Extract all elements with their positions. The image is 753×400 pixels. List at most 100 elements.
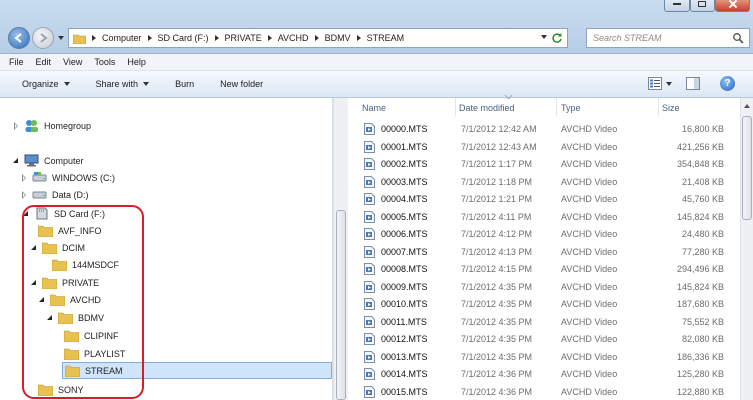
search-placeholder: Search STREAM xyxy=(593,33,662,43)
file-row[interactable]: 00002.MTS 7/1/2012 1:17 PM AVCHD Video 354,… xyxy=(348,155,740,172)
file-row[interactable]: 00015.MTS 7/1/2012 4:36 PM AVCHD Video 122,… xyxy=(348,383,740,400)
file-size: 77,280 KB xyxy=(681,246,724,257)
file-row[interactable]: 00012.MTS 7/1/2012 4:35 PM AVCHD Video 82,0… xyxy=(348,330,740,347)
expand-arrow-icon[interactable] xyxy=(20,190,28,199)
file-type: AVCHD Video xyxy=(561,228,618,239)
search-icon[interactable] xyxy=(732,32,744,44)
tree-item-data-d[interactable]: Data (D:) xyxy=(20,186,89,203)
file-name: 00006.MTS xyxy=(381,228,428,239)
change-view-button[interactable] xyxy=(648,77,672,90)
tree-item-windows-c[interactable]: WINDOWS (C:) xyxy=(20,169,115,186)
breadcrumb-bdmv[interactable]: BDMV xyxy=(314,33,351,43)
refresh-icon[interactable] xyxy=(551,32,563,44)
tree-item-homegroup[interactable]: Homegroup xyxy=(12,117,91,134)
column-header-type[interactable]: Type xyxy=(561,103,581,113)
video-file-icon xyxy=(364,351,375,363)
menu-edit[interactable]: Edit xyxy=(36,57,52,67)
file-row[interactable]: 00008.MTS 7/1/2012 4:15 PM AVCHD Video 294,… xyxy=(348,260,740,277)
scrollbar-thumb[interactable] xyxy=(742,116,752,220)
computer-icon xyxy=(24,154,39,167)
file-row[interactable]: 00003.MTS 7/1/2012 1:18 PM AVCHD Video 21,4… xyxy=(348,173,740,190)
breadcrumb-arrow-icon[interactable] xyxy=(267,35,272,41)
column-header-date[interactable]: Date modified xyxy=(459,103,515,113)
file-date-modified: 7/1/2012 4:36 PM xyxy=(461,368,533,379)
breadcrumb-arrow-icon[interactable] xyxy=(147,35,152,41)
close-button[interactable] xyxy=(715,0,750,12)
file-type: AVCHD Video xyxy=(561,263,618,274)
file-size: 16,800 KB xyxy=(681,123,724,134)
organize-button[interactable]: Organize xyxy=(22,79,70,89)
menu-file[interactable]: File xyxy=(9,57,24,67)
file-size: 145,824 KB xyxy=(676,211,724,222)
back-button[interactable] xyxy=(8,27,30,49)
breadcrumb-sd-card[interactable]: SD Card (F:) xyxy=(147,33,209,43)
breadcrumb-private[interactable]: PRIVATE xyxy=(214,33,262,43)
forward-button[interactable] xyxy=(32,27,54,49)
maximize-button[interactable] xyxy=(689,0,716,12)
file-size: 125,280 KB xyxy=(676,368,724,379)
column-divider[interactable] xyxy=(556,98,557,116)
menu-help[interactable]: Help xyxy=(127,57,146,67)
column-header-size[interactable]: Size xyxy=(662,103,680,113)
file-name: 00000.MTS xyxy=(381,123,428,134)
drive-icon xyxy=(32,191,47,199)
breadcrumb-arrow-icon[interactable] xyxy=(314,35,319,41)
preview-pane-icon[interactable] xyxy=(686,77,700,90)
file-size: 82,080 KB xyxy=(681,333,724,344)
file-date-modified: 7/1/2012 12:43 AM xyxy=(461,141,537,152)
column-divider[interactable] xyxy=(658,98,659,116)
folder-icon xyxy=(73,34,86,44)
search-box[interactable]: Search STREAM xyxy=(586,28,750,48)
navigation-scrollbar[interactable] xyxy=(333,98,348,400)
breadcrumb-arrow-icon[interactable] xyxy=(214,35,219,41)
collapse-arrow-icon[interactable] xyxy=(12,157,20,165)
video-file-icon xyxy=(364,211,375,223)
file-row[interactable]: 00005.MTS 7/1/2012 4:11 PM AVCHD Video 145,… xyxy=(348,208,740,225)
tree-item-computer[interactable]: Computer xyxy=(12,152,84,169)
expand-arrow-icon[interactable] xyxy=(12,121,20,130)
file-size: 75,552 KB xyxy=(681,316,724,327)
address-bar[interactable]: Computer SD Card (F:) PRIVATE AVCHD BDMV… xyxy=(68,28,568,48)
file-row[interactable]: 00000.MTS 7/1/2012 12:42 AM AVCHD Video 16,… xyxy=(348,120,740,137)
file-type: AVCHD Video xyxy=(561,281,618,292)
breadcrumb-computer[interactable]: Computer xyxy=(92,33,142,43)
file-row[interactable]: 00009.MTS 7/1/2012 4:35 PM AVCHD Video 145,… xyxy=(348,278,740,295)
file-list-scrollbar[interactable] xyxy=(740,98,753,400)
new-folder-button[interactable]: New folder xyxy=(220,79,263,89)
chevron-down-icon xyxy=(143,82,150,86)
file-size: 21,408 KB xyxy=(681,176,724,187)
file-size: 294,496 KB xyxy=(676,263,724,274)
scrollbar-thumb[interactable] xyxy=(336,210,346,400)
video-file-icon xyxy=(364,281,375,293)
expand-arrow-icon[interactable] xyxy=(20,173,28,182)
address-dropdown-icon[interactable] xyxy=(541,35,547,39)
file-row[interactable]: 00010.MTS 7/1/2012 4:35 PM AVCHD Video 187,… xyxy=(348,295,740,312)
file-row[interactable]: 00013.MTS 7/1/2012 4:35 PM AVCHD Video 186,… xyxy=(348,348,740,365)
column-header-name[interactable]: Name xyxy=(362,103,386,113)
breadcrumb-avchd[interactable]: AVCHD xyxy=(267,33,309,43)
recent-pages-dropdown-icon[interactable] xyxy=(57,34,65,42)
menu-tools[interactable]: Tools xyxy=(94,57,115,67)
video-file-icon xyxy=(364,123,375,135)
minimize-button[interactable] xyxy=(664,0,690,12)
breadcrumb-arrow-icon[interactable] xyxy=(92,35,96,41)
column-divider[interactable] xyxy=(455,98,456,116)
file-row[interactable]: 00006.MTS 7/1/2012 4:12 PM AVCHD Video 24,4… xyxy=(348,225,740,242)
help-icon[interactable]: ? xyxy=(720,76,735,91)
highlight-annotation-box xyxy=(22,205,144,399)
scroll-up-icon[interactable] xyxy=(744,104,750,108)
file-row[interactable]: 00004.MTS 7/1/2012 1:21 PM AVCHD Video 45,7… xyxy=(348,190,740,207)
file-row[interactable]: 00007.MTS 7/1/2012 4:13 PM AVCHD Video 77,2… xyxy=(348,243,740,260)
burn-button[interactable]: Burn xyxy=(175,79,194,89)
share-with-button[interactable]: Share with xyxy=(96,79,150,89)
file-type: AVCHD Video xyxy=(561,158,618,169)
menu-view[interactable]: View xyxy=(63,57,82,67)
breadcrumb-arrow-icon[interactable] xyxy=(356,35,361,41)
breadcrumb-stream[interactable]: STREAM xyxy=(356,33,404,43)
file-name: 00015.MTS xyxy=(381,386,428,397)
file-row[interactable]: 00011.MTS 7/1/2012 4:35 PM AVCHD Video 75,5… xyxy=(348,313,740,330)
file-row[interactable]: 00014.MTS 7/1/2012 4:36 PM AVCHD Video 125,… xyxy=(348,365,740,382)
file-row[interactable]: 00001.MTS 7/1/2012 12:43 AM AVCHD Video 421… xyxy=(348,138,740,155)
command-bar: Organize Share with Burn New folder ? xyxy=(0,71,753,98)
video-file-icon xyxy=(364,298,375,310)
